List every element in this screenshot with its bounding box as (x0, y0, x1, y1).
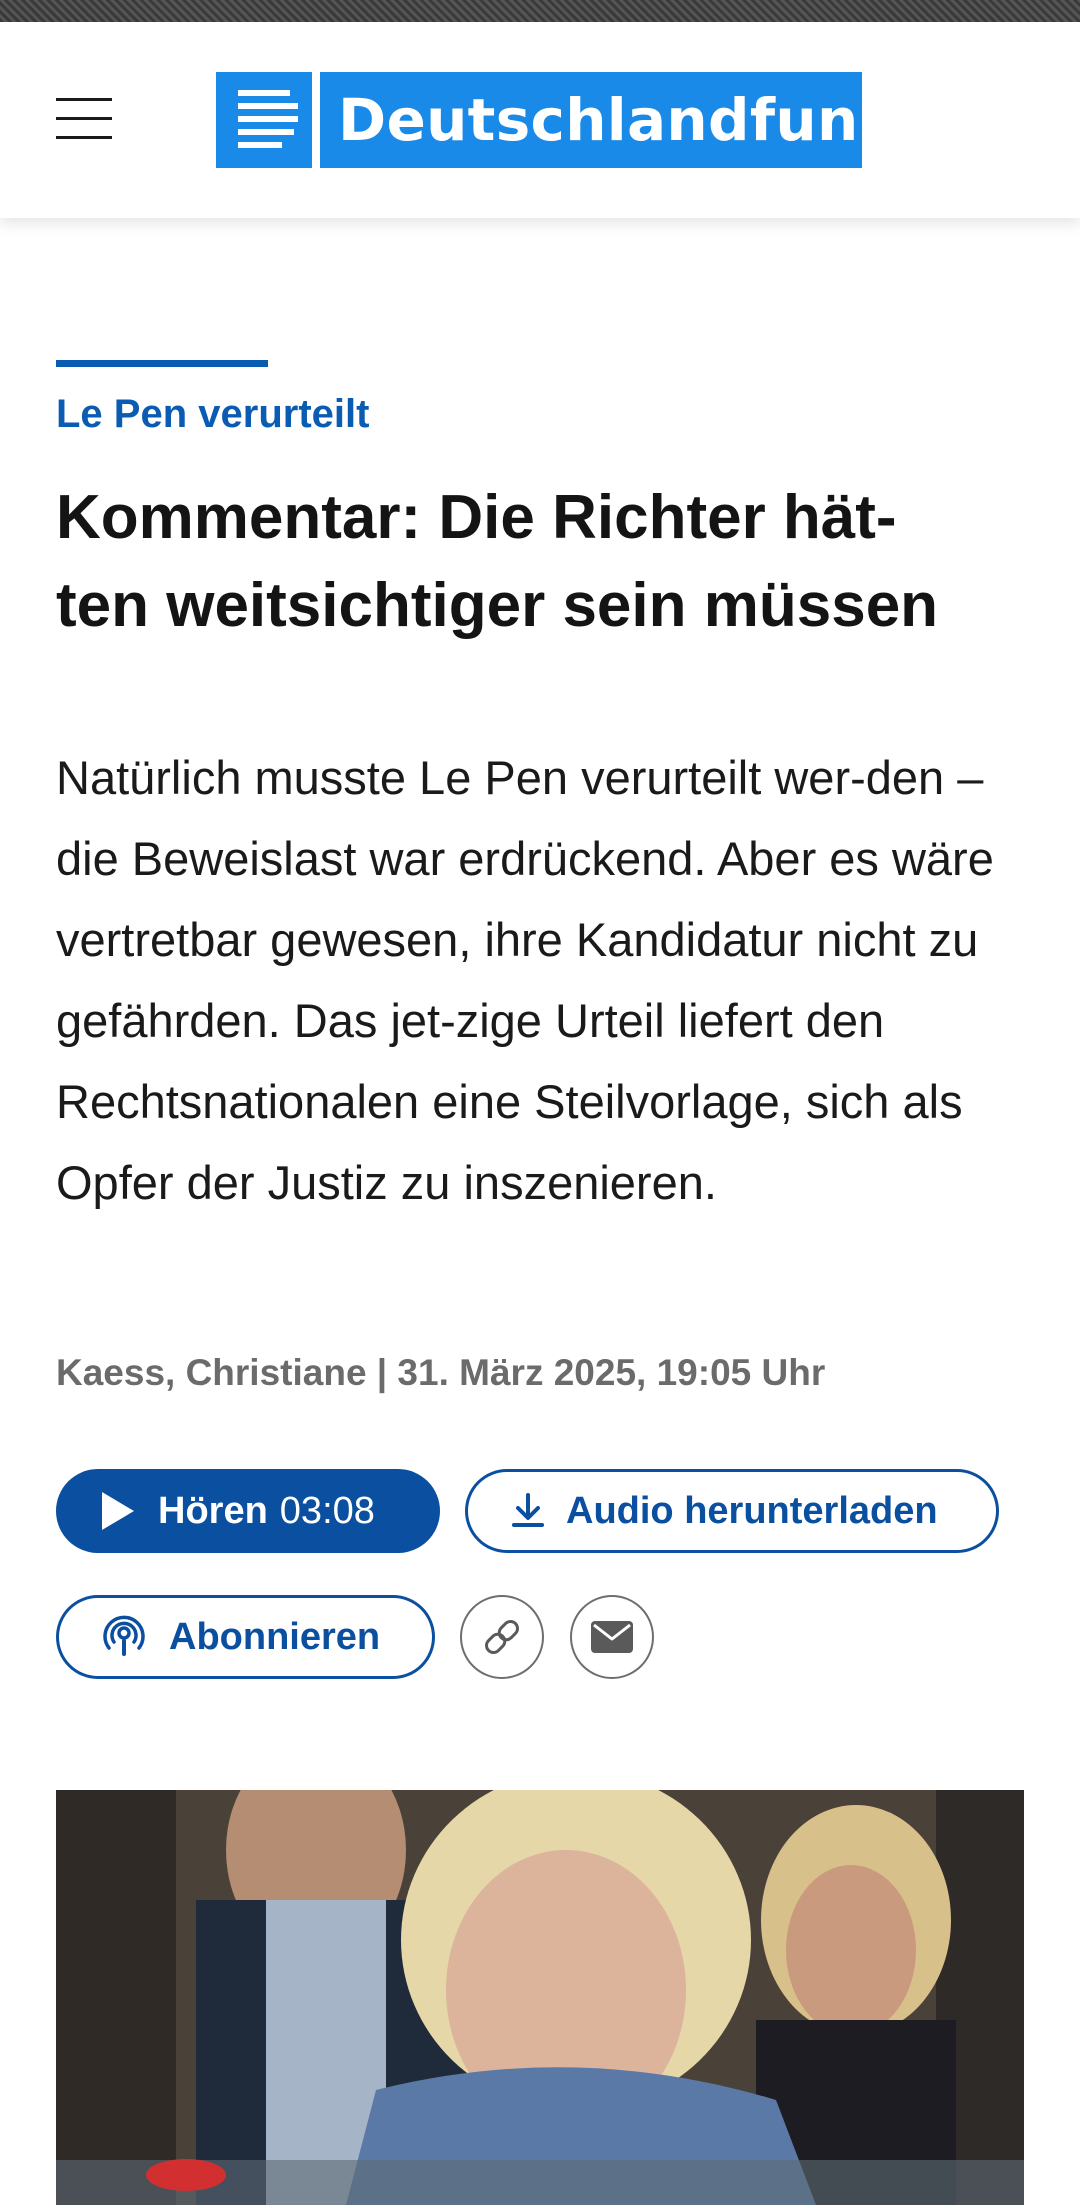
download-label: Audio herunterladen (566, 1489, 938, 1532)
site-header: Deutschlandfunk (0, 22, 1080, 218)
article-teaser: Natürlich musste Le Pen verurteilt wer-d… (56, 751, 994, 1209)
download-audio-button[interactable]: Audio herunterladen (465, 1469, 999, 1553)
article-meta: Kaess, Christiane | 31. März 2025, 19:05… (56, 1352, 826, 1393)
status-bar (0, 0, 1080, 22)
headline-line-1: Kommentar: Die Richter hät- (56, 483, 897, 552)
share-mail-button[interactable] (570, 1595, 654, 1679)
play-duration: 03:08 (279, 1489, 375, 1532)
photo-illustration (56, 1790, 1024, 2205)
headline-line-2: ten weitsichtiger sein müssen (56, 571, 939, 640)
article-photo (56, 1790, 1024, 2205)
article-headline: Kommentar: Die Richter hät- ten weitsich… (56, 474, 1046, 650)
link-icon (485, 1620, 519, 1654)
play-label: Hören (158, 1489, 268, 1532)
logo-text: Deutschlandfunk (320, 72, 897, 168)
hamburger-menu-button[interactable] (56, 98, 112, 142)
subscribe-label: Abonnieren (169, 1615, 381, 1658)
podcast-icon (103, 1615, 145, 1656)
play-audio-button[interactable]: Hören 03:08 (56, 1469, 440, 1553)
download-icon (512, 1493, 544, 1527)
article-kicker: Le Pen verurteilt (56, 392, 370, 436)
site-logo[interactable]: Deutschlandfunk (216, 72, 897, 168)
logo-mark-icon (216, 72, 312, 168)
subscribe-button[interactable]: Abonnieren (56, 1595, 435, 1679)
play-icon (102, 1492, 134, 1530)
copy-link-button[interactable] (460, 1595, 544, 1679)
hamburger-icon (56, 98, 112, 101)
kicker-rule (56, 360, 268, 367)
mail-icon (591, 1621, 633, 1653)
